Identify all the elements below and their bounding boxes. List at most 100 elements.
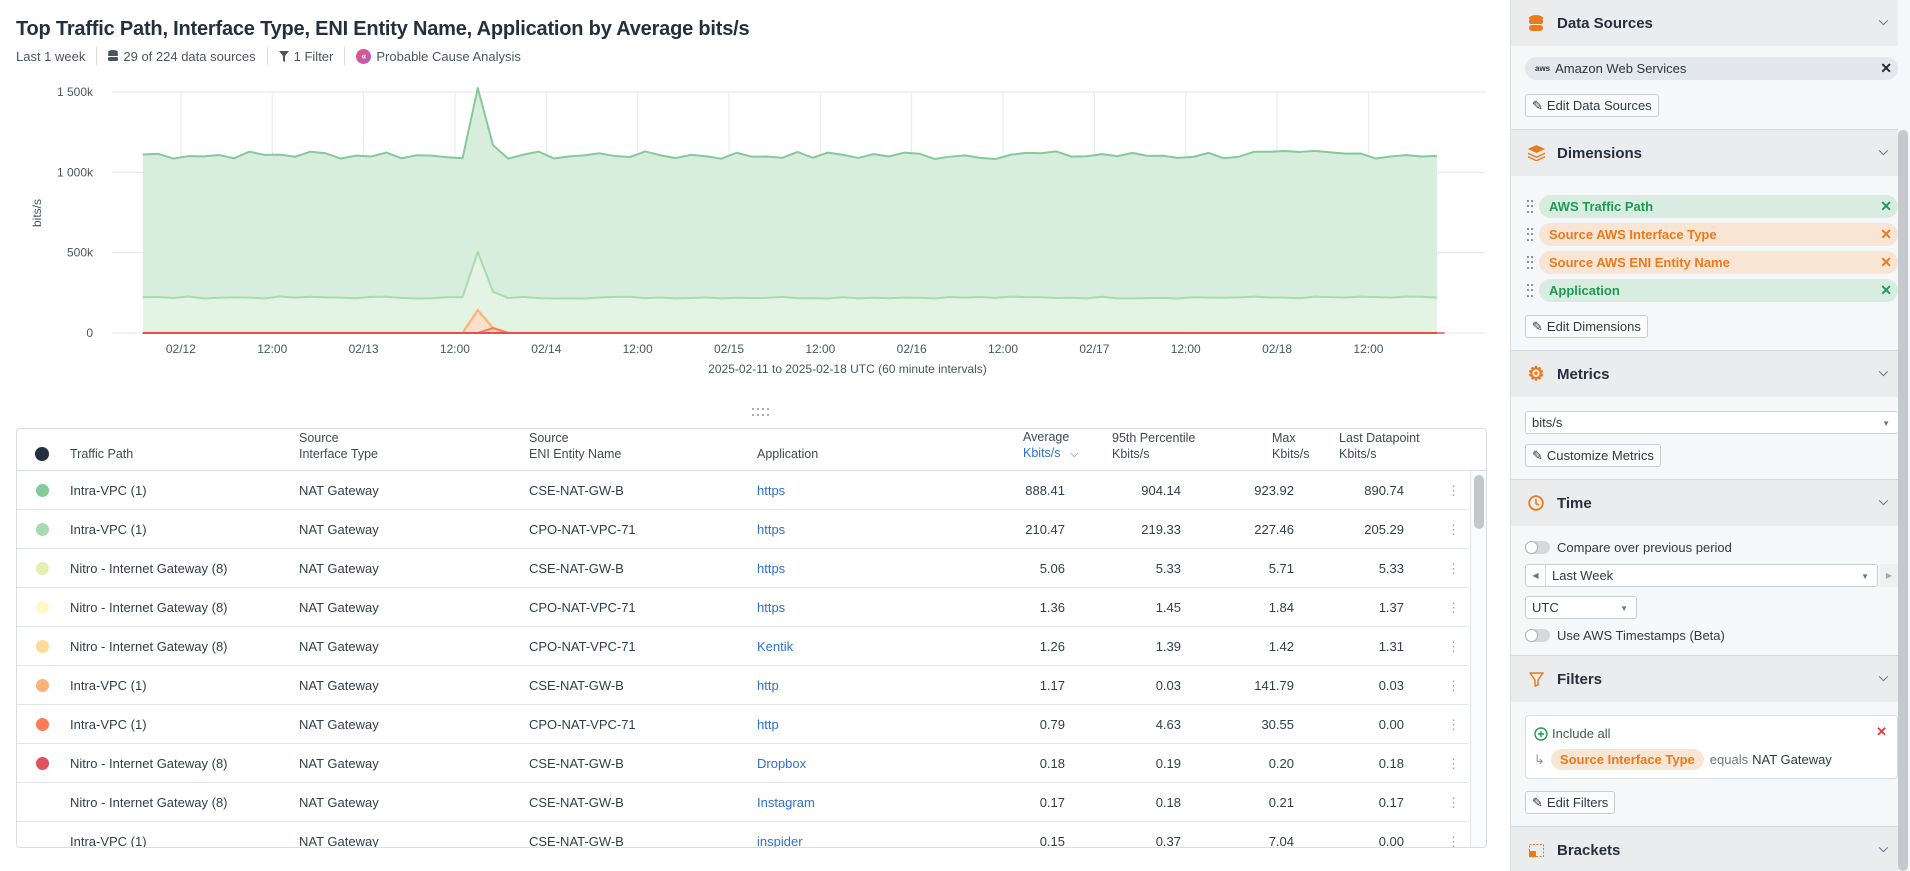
col-application[interactable]: Application [757, 446, 818, 462]
row-menu-icon[interactable]: ⋮ [1447, 783, 1460, 822]
chevron-down-icon[interactable]: ⌵ [1879, 365, 1888, 380]
row-menu-icon[interactable]: ⋮ [1447, 549, 1460, 588]
cell-application-link[interactable]: http [757, 705, 779, 744]
resize-drag-handle[interactable] [752, 408, 772, 418]
series-color-dot[interactable] [36, 757, 49, 770]
dimension-pill[interactable]: Application ✕ [1539, 279, 1898, 302]
series-color-dot[interactable] [36, 523, 49, 536]
remove-filter-group-icon[interactable]: ✕ [1876, 724, 1887, 740]
cell-application-link[interactable]: https [757, 549, 785, 588]
include-all-label[interactable]: Include all [1552, 726, 1611, 741]
row-menu-icon[interactable]: ⋮ [1447, 588, 1460, 627]
col-max[interactable]: Max Kbits/s [1272, 430, 1310, 462]
chevron-down-icon[interactable]: ⌵ [1879, 494, 1888, 509]
dimension-pill[interactable]: Source AWS ENI Entity Name ✕ [1539, 251, 1898, 274]
series-color-dot[interactable] [36, 601, 49, 614]
table-row[interactable]: Nitro - Internet Gateway (8) NAT Gateway C… [17, 744, 1468, 783]
remove-data-source-icon[interactable]: ✕ [1880, 60, 1892, 77]
sidebar-scrollbar[interactable] [1898, 130, 1908, 871]
cell-application-link[interactable]: Instagram [757, 783, 815, 822]
col-eni-entity-name[interactable]: Source ENI Entity Name [529, 430, 621, 462]
cell-eni-entity-name: CPO-NAT-VPC-71 [529, 600, 636, 615]
col-95th-percentile[interactable]: 95th Percentile Kbits/s [1112, 430, 1195, 462]
time-title: Time [1557, 494, 1592, 512]
remove-dimension-icon[interactable]: ✕ [1880, 226, 1892, 243]
cell-last-datapoint: 0.00 [1378, 717, 1404, 732]
col-last-datapoint[interactable]: Last Datapoint Kbits/s [1339, 430, 1420, 462]
filters-section-header[interactable]: Filters ⌵ [1511, 656, 1898, 702]
gear-icon: ⚙ [1527, 363, 1545, 385]
series-color-dot[interactable] [36, 679, 49, 692]
aws-timestamps-toggle[interactable] [1525, 629, 1550, 642]
brackets-section-header[interactable]: Brackets ⌵ [1511, 827, 1898, 871]
drag-grip-icon[interactable] [1527, 256, 1533, 270]
row-menu-icon[interactable]: ⋮ [1447, 744, 1460, 783]
table-row[interactable]: Nitro - Internet Gateway (8) NAT Gateway C… [17, 627, 1468, 666]
cell-application-link[interactable]: inspider [757, 822, 803, 847]
row-menu-icon[interactable]: ⋮ [1447, 471, 1460, 510]
table-row[interactable]: Intra-VPC (1) NAT Gateway CSE-NAT-GW-B http… [17, 666, 1468, 705]
cell-application-link[interactable]: https [757, 471, 785, 510]
table-row[interactable]: Nitro - Internet Gateway (8) NAT Gateway C… [17, 549, 1468, 588]
table-row[interactable]: Nitro - Internet Gateway (8) NAT Gateway C… [17, 783, 1468, 822]
filters-summary[interactable]: 1 Filter [266, 47, 345, 65]
table-scrollbar-thumb[interactable] [1474, 475, 1484, 529]
time-range-summary[interactable]: Last 1 week [16, 47, 96, 65]
series-color-dot[interactable] [36, 562, 49, 575]
data-sources-summary[interactable]: 29 of 224 data sources [96, 47, 266, 65]
row-menu-icon[interactable]: ⋮ [1447, 510, 1460, 549]
edit-data-sources-button[interactable]: ✎ Edit Data Sources [1525, 94, 1659, 117]
cell-application-link[interactable]: https [757, 588, 785, 627]
cell-application-link[interactable]: Kentik [757, 627, 793, 666]
table-row[interactable]: Nitro - Internet Gateway (8) NAT Gateway C… [17, 588, 1468, 627]
dimension-pill[interactable]: AWS Traffic Path ✕ [1539, 195, 1898, 218]
remove-dimension-icon[interactable]: ✕ [1880, 198, 1892, 215]
edit-filters-button[interactable]: ✎ Edit Filters [1525, 791, 1616, 814]
chevron-down-icon[interactable]: ⌵ [1879, 14, 1888, 29]
cell-95th-percentile: 1.39 [1155, 639, 1181, 654]
drag-grip-icon[interactable] [1527, 200, 1533, 214]
table-row[interactable]: Intra-VPC (1) NAT Gateway CSE-NAT-GW-B http… [17, 471, 1468, 510]
time-range-select[interactable]: ◀ Last Week ▼ [1525, 564, 1878, 587]
cell-application-link[interactable]: https [757, 510, 785, 549]
table-row[interactable]: Intra-VPC (1) NAT Gateway CSE-NAT-GW-B insp… [17, 822, 1468, 847]
chevron-down-icon[interactable]: ⌵ [1879, 670, 1888, 685]
chevron-down-icon[interactable]: ⌵ [1879, 841, 1888, 856]
compare-previous-toggle[interactable] [1525, 541, 1550, 554]
series-color-dot[interactable] [36, 484, 49, 497]
row-menu-icon[interactable]: ⋮ [1447, 627, 1460, 666]
previous-range-button[interactable]: ◀ [1526, 565, 1546, 586]
table-row[interactable]: Intra-VPC (1) NAT Gateway CPO-NAT-VPC-71 ht… [17, 705, 1468, 744]
cell-application-link[interactable]: http [757, 666, 779, 705]
next-range-button[interactable]: ▶ [1880, 564, 1898, 587]
timezone-select[interactable]: UTC ▼ [1525, 596, 1637, 619]
remove-dimension-icon[interactable]: ✕ [1880, 282, 1892, 299]
row-menu-icon[interactable]: ⋮ [1447, 705, 1460, 744]
row-menu-icon[interactable]: ⋮ [1447, 666, 1460, 705]
drag-grip-icon[interactable] [1527, 284, 1533, 298]
series-color-dot[interactable] [36, 640, 49, 653]
col-average[interactable]: Average Kbits/s ⌵ [1023, 429, 1078, 462]
data-sources-section-header[interactable]: Data Sources ⌵ [1511, 0, 1898, 46]
col-traffic-path[interactable]: Traffic Path [70, 446, 133, 462]
dimension-pill[interactable]: Source AWS Interface Type ✕ [1539, 223, 1898, 246]
series-color-dot[interactable] [36, 718, 49, 731]
col-interface-type[interactable]: Source Interface Type [299, 430, 378, 462]
select-all-series-toggle[interactable] [35, 447, 49, 461]
remove-dimension-icon[interactable]: ✕ [1880, 254, 1892, 271]
filter-icon [278, 50, 289, 62]
table-row[interactable]: Intra-VPC (1) NAT Gateway CPO-NAT-VPC-71 ht… [17, 510, 1468, 549]
dimensions-section-header[interactable]: Dimensions ⌵ [1511, 130, 1898, 176]
probable-cause-analysis-link[interactable]: « Probable Cause Analysis [344, 47, 532, 65]
filter-field-pill[interactable]: Source Interface Type [1550, 749, 1704, 770]
metric-select[interactable]: bits/s ▼ [1525, 411, 1898, 434]
row-menu-icon[interactable]: ⋮ [1447, 822, 1460, 847]
customize-metrics-button[interactable]: ✎ Customize Metrics [1525, 444, 1661, 467]
metrics-section-header[interactable]: ⚙ Metrics ⌵ [1511, 351, 1898, 397]
time-section-header[interactable]: Time ⌵ [1511, 480, 1898, 526]
edit-dimensions-button[interactable]: ✎ Edit Dimensions [1525, 315, 1648, 338]
filters-label: 1 Filter [293, 48, 334, 64]
chevron-down-icon[interactable]: ⌵ [1879, 144, 1888, 159]
cell-application-link[interactable]: Dropbox [757, 744, 806, 783]
drag-grip-icon[interactable] [1527, 228, 1533, 242]
